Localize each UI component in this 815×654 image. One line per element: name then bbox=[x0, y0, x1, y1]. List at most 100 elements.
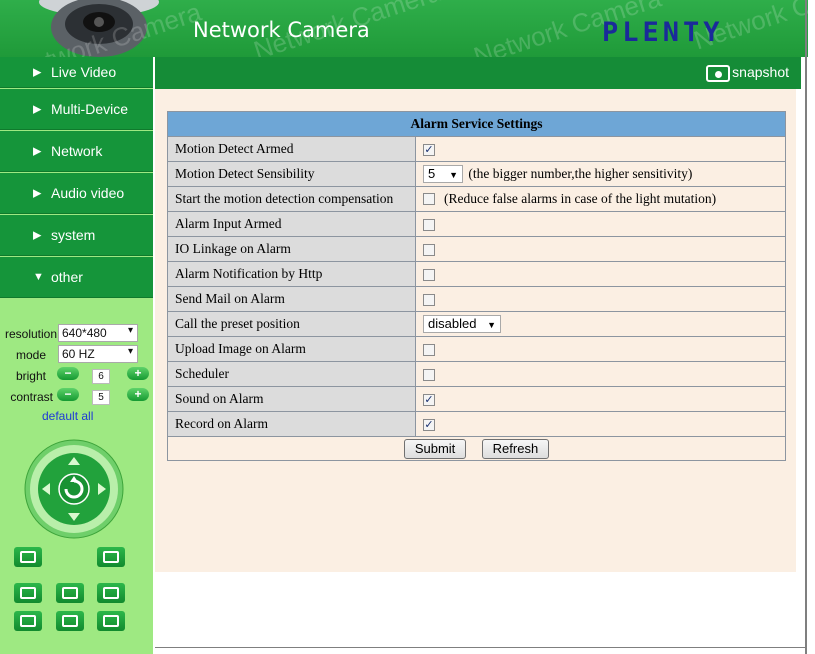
flip-right-button[interactable] bbox=[97, 547, 125, 567]
contrast-minus-button[interactable]: − bbox=[57, 388, 79, 401]
upload-image-checkbox[interactable] bbox=[423, 343, 435, 356]
nav-label: Network bbox=[51, 143, 103, 159]
contrast-plus-button[interactable]: + bbox=[127, 388, 149, 401]
chevron-down-icon: ▾ bbox=[127, 346, 133, 357]
nav-label: Audio video bbox=[51, 185, 125, 201]
flip-icon bbox=[103, 551, 119, 563]
form-actions: Submit Refresh bbox=[167, 436, 786, 461]
code-icon bbox=[103, 615, 119, 627]
row-label: Alarm Notification by Http bbox=[167, 261, 416, 287]
chevron-down-icon: ▼ bbox=[449, 170, 458, 180]
sensibility-select[interactable]: 5 ▼ bbox=[423, 165, 463, 183]
sidebar: ▶ Live Video ▶ Multi-Device ▶ Network ▶ … bbox=[0, 57, 153, 654]
sensibility-note: (the bigger number,the higher sensitivit… bbox=[468, 166, 693, 181]
preset-position-select[interactable]: disabled ▼ bbox=[423, 315, 501, 333]
contrast-row: contrast − 5 + bbox=[0, 387, 153, 407]
bright-row: bright − 6 + bbox=[0, 366, 153, 386]
table-row: Motion Detect Armed ✓ bbox=[167, 136, 786, 162]
row-label: IO Linkage on Alarm bbox=[167, 236, 416, 262]
play-arrow-icon: ▶ bbox=[33, 187, 42, 200]
content-footer-area bbox=[155, 572, 805, 648]
table-row: Motion Detect Sensibility 5 ▼ (the bigger… bbox=[167, 161, 786, 187]
motion-detect-armed-checkbox[interactable]: ✓ bbox=[423, 143, 435, 156]
motion-compensation-checkbox[interactable] bbox=[423, 193, 435, 206]
resolution-row: resolution 640*480 ▾ bbox=[0, 324, 153, 344]
contrast-label: contrast bbox=[10, 390, 53, 404]
nav-multi-device[interactable]: ▶ Multi-Device bbox=[0, 89, 153, 130]
submit-button[interactable]: Submit bbox=[403, 438, 467, 459]
refresh-button[interactable]: Refresh bbox=[481, 438, 550, 459]
chevron-down-icon: ▼ bbox=[487, 320, 496, 330]
table-row: Upload Image on Alarm bbox=[167, 336, 786, 362]
table-row: Call the preset position disabled ▼ bbox=[167, 311, 786, 337]
nav-other[interactable]: ▼ other bbox=[0, 257, 153, 298]
settings-table-title: Alarm Service Settings bbox=[167, 111, 786, 137]
play-arrow-icon: ▶ bbox=[33, 229, 42, 242]
stop-button-2[interactable] bbox=[56, 611, 84, 631]
bright-value: 6 bbox=[92, 369, 110, 384]
row-label: Upload Image on Alarm bbox=[167, 336, 416, 362]
table-row: Alarm Notification by Http bbox=[167, 261, 786, 287]
table-row: Send Mail on Alarm bbox=[167, 286, 786, 312]
send-mail-checkbox[interactable] bbox=[423, 293, 435, 306]
bright-minus-button[interactable]: − bbox=[57, 367, 79, 380]
resolution-label: resolution bbox=[4, 327, 57, 341]
expanded-arrow-icon: ▼ bbox=[33, 271, 44, 283]
chevron-down-icon: ▾ bbox=[127, 325, 133, 336]
row-label: Scheduler bbox=[167, 361, 416, 387]
stop-button-1[interactable] bbox=[14, 611, 42, 631]
nav-live-video[interactable]: ▶ Live Video bbox=[0, 57, 153, 88]
alarm-settings-table: Alarm Service Settings Motion Detect Arm… bbox=[167, 111, 786, 461]
play-arrow-icon: ▶ bbox=[33, 103, 42, 116]
play-arrow-icon: ▶ bbox=[33, 66, 42, 79]
nav-label: system bbox=[51, 227, 96, 243]
io-linkage-checkbox[interactable] bbox=[423, 243, 435, 256]
infinity-icon bbox=[103, 587, 119, 599]
horizontal-patrol-button[interactable] bbox=[56, 583, 84, 603]
io-toggle-button[interactable] bbox=[97, 611, 125, 631]
row-label: Alarm Input Armed bbox=[167, 211, 416, 237]
infinite-patrol-button[interactable] bbox=[97, 583, 125, 603]
nav-label: Multi-Device bbox=[51, 101, 129, 117]
ptz-control-pad[interactable] bbox=[24, 439, 124, 539]
vertical-patrol-button[interactable] bbox=[14, 583, 42, 603]
compensation-note: (Reduce false alarms in case of the ligh… bbox=[444, 191, 717, 207]
app-header: Network Camera Network Camera Network Ca… bbox=[0, 0, 808, 57]
bright-label: bright bbox=[15, 369, 46, 383]
page-border bbox=[805, 0, 807, 654]
square-icon bbox=[62, 615, 78, 627]
nav-audio-video[interactable]: ▶ Audio video bbox=[0, 173, 153, 214]
nav-network[interactable]: ▶ Network bbox=[0, 131, 153, 172]
brand-logo: PLENTY bbox=[602, 17, 724, 48]
scheduler-checkbox[interactable] bbox=[423, 368, 435, 381]
preset-position-value: disabled bbox=[428, 316, 477, 331]
flip-left-button[interactable] bbox=[14, 547, 42, 567]
row-label: Call the preset position bbox=[167, 311, 416, 337]
snapshot-button[interactable]: snapshot bbox=[706, 64, 789, 82]
main-content: Alarm Service Settings Motion Detect Arm… bbox=[155, 89, 796, 572]
alarm-input-armed-checkbox[interactable] bbox=[423, 218, 435, 231]
square-icon bbox=[20, 615, 36, 627]
nav-system[interactable]: ▶ system bbox=[0, 215, 153, 256]
bright-plus-button[interactable]: + bbox=[127, 367, 149, 380]
sound-on-alarm-checkbox[interactable]: ✓ bbox=[423, 393, 435, 406]
default-all-link[interactable]: default all bbox=[42, 409, 93, 423]
sensibility-value: 5 bbox=[428, 166, 436, 181]
mode-select[interactable]: 60 HZ ▾ bbox=[58, 345, 138, 363]
resolution-value: 640*480 bbox=[62, 326, 107, 340]
row-label: Sound on Alarm bbox=[167, 386, 416, 412]
resolution-select[interactable]: 640*480 ▾ bbox=[58, 324, 138, 342]
record-on-alarm-checkbox[interactable]: ✓ bbox=[423, 418, 435, 431]
row-label: Send Mail on Alarm bbox=[167, 286, 416, 312]
http-notification-checkbox[interactable] bbox=[423, 268, 435, 281]
table-row: IO Linkage on Alarm bbox=[167, 236, 786, 262]
app-title: Network Camera bbox=[193, 18, 370, 42]
mode-value: 60 HZ bbox=[62, 347, 95, 361]
row-label: Motion Detect Armed bbox=[167, 136, 416, 162]
table-row: Sound on Alarm ✓ bbox=[167, 386, 786, 412]
flip-icon bbox=[20, 551, 36, 563]
table-row: Alarm Input Armed bbox=[167, 211, 786, 237]
vertical-arrows-icon bbox=[20, 587, 36, 599]
table-row: Record on Alarm ✓ bbox=[167, 411, 786, 437]
snapshot-label: snapshot bbox=[732, 64, 789, 80]
